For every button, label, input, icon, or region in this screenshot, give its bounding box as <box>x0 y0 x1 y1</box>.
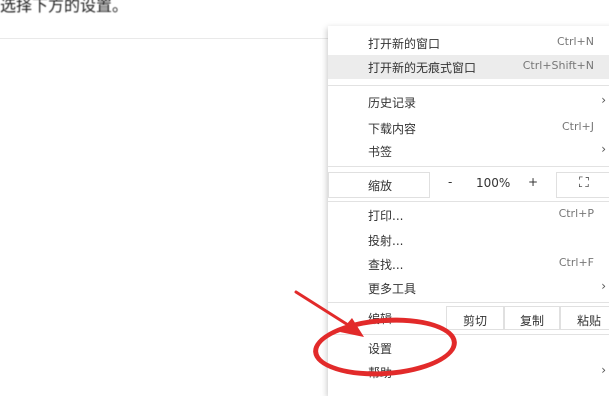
annotation-arrow-icon <box>294 290 364 337</box>
